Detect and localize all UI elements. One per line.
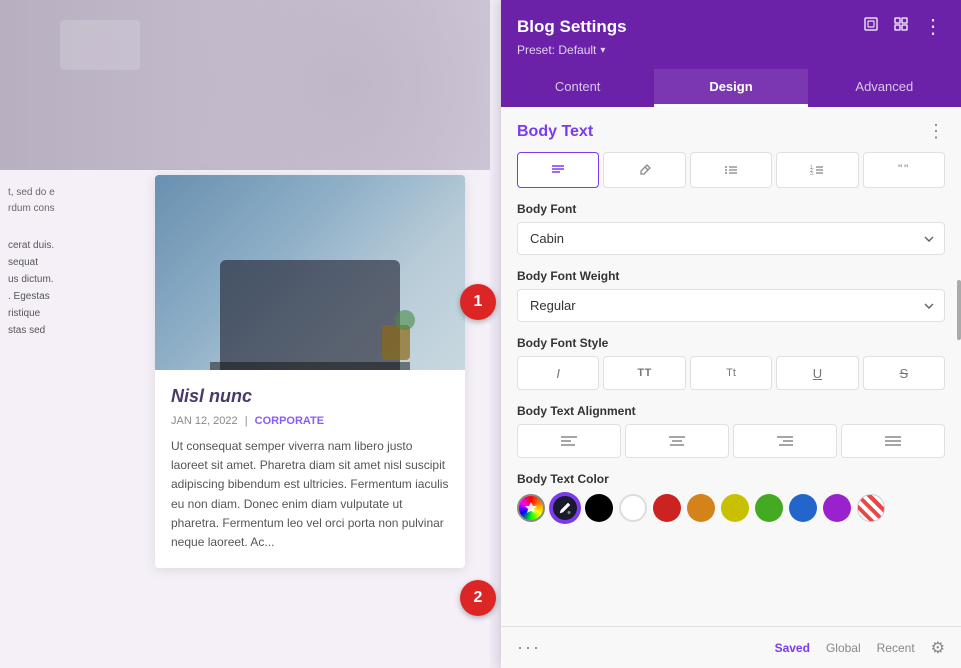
scroll-indicator bbox=[957, 280, 961, 340]
color-swatch-dropper[interactable] bbox=[551, 494, 579, 522]
color-swatches-row bbox=[517, 494, 945, 522]
footer-gear-icon[interactable]: ⚙ bbox=[931, 638, 945, 658]
card-image bbox=[155, 175, 465, 370]
card-date: JAN 12, 2022 bbox=[171, 415, 238, 427]
collapse-icon[interactable] bbox=[861, 14, 881, 39]
side-text-4: . Egestas bbox=[8, 288, 93, 305]
tab-advanced[interactable]: Advanced bbox=[808, 69, 961, 107]
card-body: Ut consequat semper viverra nam libero j… bbox=[171, 437, 449, 552]
color-swatch-yellow[interactable] bbox=[721, 494, 749, 522]
footer-actions: Saved Global Recent ⚙ bbox=[775, 638, 945, 658]
style-btn-quote[interactable]: " " bbox=[863, 152, 945, 188]
footer-dots[interactable]: ··· bbox=[517, 637, 541, 658]
side-text-5: ristique bbox=[8, 305, 93, 322]
font-style-strikethrough[interactable]: S bbox=[863, 356, 945, 390]
badge-1: 1 bbox=[460, 284, 496, 320]
left-text-block: t, sed do e rdum cons cerat duis. sequat… bbox=[8, 185, 93, 339]
color-swatch-red[interactable] bbox=[653, 494, 681, 522]
background-area: t, sed do e rdum cons cerat duis. sequat… bbox=[0, 0, 490, 668]
section-more-icon[interactable]: ⋮ bbox=[927, 121, 945, 142]
footer-saved[interactable]: Saved bbox=[775, 641, 810, 655]
style-btn-paragraph[interactable] bbox=[517, 152, 599, 188]
body-font-style-label: Body Font Style bbox=[517, 336, 945, 350]
panel-title: Blog Settings bbox=[517, 17, 627, 37]
style-btn-list-ol[interactable]: 1. 2. 3. bbox=[776, 152, 858, 188]
panel-body: Body Text ⋮ bbox=[501, 107, 961, 626]
body-text-color-label: Body Text Color bbox=[517, 472, 945, 486]
section-title: Body Text bbox=[517, 123, 593, 141]
panel-footer: ··· Saved Global Recent ⚙ bbox=[501, 626, 961, 668]
preset-arrow: ▾ bbox=[600, 45, 605, 56]
align-center-btn[interactable] bbox=[625, 424, 729, 458]
color-swatch-white[interactable] bbox=[619, 494, 647, 522]
color-swatch-green[interactable] bbox=[755, 494, 783, 522]
side-text-1: cerat duis. bbox=[8, 237, 93, 254]
font-style-uppercase[interactable]: TT bbox=[603, 356, 685, 390]
svg-text:3.: 3. bbox=[810, 171, 814, 177]
side-text-2: sequat bbox=[8, 254, 93, 271]
section-header: Body Text ⋮ bbox=[501, 107, 961, 152]
font-style-italic[interactable]: I bbox=[517, 356, 599, 390]
card-title: Nisl nunc bbox=[171, 386, 449, 407]
align-left-btn[interactable] bbox=[517, 424, 621, 458]
align-row bbox=[517, 424, 945, 458]
color-swatch-blue[interactable] bbox=[789, 494, 817, 522]
panel-header: Blog Settings ⋮ bbox=[501, 0, 961, 69]
badge-2: 2 bbox=[460, 580, 496, 616]
body-font-style-field: Body Font Style I TT Tt U S bbox=[517, 336, 945, 390]
panel-tabs: Content Design Advanced bbox=[501, 69, 961, 107]
panel-preset[interactable]: Preset: Default ▾ bbox=[517, 43, 945, 57]
top-photo bbox=[0, 0, 490, 170]
body-font-weight-label: Body Font Weight bbox=[517, 269, 945, 283]
body-text-alignment-field: Body Text Alignment bbox=[517, 404, 945, 458]
color-swatch-custom[interactable] bbox=[517, 494, 545, 522]
align-justify-btn[interactable] bbox=[841, 424, 945, 458]
side-text-6: stas sed bbox=[8, 322, 93, 339]
body-font-label: Body Font bbox=[517, 202, 945, 216]
body-text-color-field: Body Text Color bbox=[517, 472, 945, 522]
style-btn-list-ul[interactable] bbox=[690, 152, 772, 188]
tab-content[interactable]: Content bbox=[501, 69, 654, 107]
blog-card: Nisl nunc JAN 12, 2022 | CORPORATE Ut co… bbox=[155, 175, 465, 568]
form-section: Body Font Cabin Arial Helvetica Georgia … bbox=[501, 202, 961, 522]
card-separator: | bbox=[245, 415, 248, 427]
settings-panel: Blog Settings ⋮ bbox=[501, 0, 961, 668]
panel-title-row: Blog Settings ⋮ bbox=[517, 14, 945, 39]
svg-text:": " bbox=[898, 162, 902, 176]
side-text-3: us dictum. bbox=[8, 271, 93, 288]
body-font-weight-select[interactable]: Regular Light Medium Bold bbox=[517, 289, 945, 322]
color-swatch-orange[interactable] bbox=[687, 494, 715, 522]
footer-recent[interactable]: Recent bbox=[877, 641, 915, 655]
body-text-alignment-label: Body Text Alignment bbox=[517, 404, 945, 418]
body-font-weight-field: Body Font Weight Regular Light Medium Bo… bbox=[517, 269, 945, 322]
left-text-line1: t, sed do e bbox=[8, 185, 93, 201]
expand-icon[interactable] bbox=[891, 14, 911, 39]
svg-text:": " bbox=[904, 162, 908, 176]
card-meta: JAN 12, 2022 | CORPORATE bbox=[171, 415, 449, 427]
style-btn-eraser[interactable] bbox=[603, 152, 685, 188]
color-swatch-purple[interactable] bbox=[823, 494, 851, 522]
tab-design[interactable]: Design bbox=[654, 69, 807, 107]
font-style-capitalize[interactable]: Tt bbox=[690, 356, 772, 390]
font-style-row: I TT Tt U S bbox=[517, 356, 945, 390]
align-right-btn[interactable] bbox=[733, 424, 837, 458]
body-font-field: Body Font Cabin Arial Helvetica Georgia bbox=[517, 202, 945, 255]
more-options-icon[interactable]: ⋮ bbox=[921, 15, 945, 39]
card-category: CORPORATE bbox=[255, 415, 324, 427]
color-swatch-black[interactable] bbox=[585, 494, 613, 522]
color-swatch-custom2[interactable] bbox=[857, 494, 885, 522]
style-buttons-row: 1. 2. 3. " " bbox=[501, 152, 961, 202]
footer-global[interactable]: Global bbox=[826, 641, 861, 655]
card-content: Nisl nunc JAN 12, 2022 | CORPORATE Ut co… bbox=[155, 370, 465, 568]
body-font-select[interactable]: Cabin Arial Helvetica Georgia bbox=[517, 222, 945, 255]
left-text-line2: rdum cons bbox=[8, 201, 93, 217]
panel-header-icons: ⋮ bbox=[861, 14, 945, 39]
font-style-underline[interactable]: U bbox=[776, 356, 858, 390]
